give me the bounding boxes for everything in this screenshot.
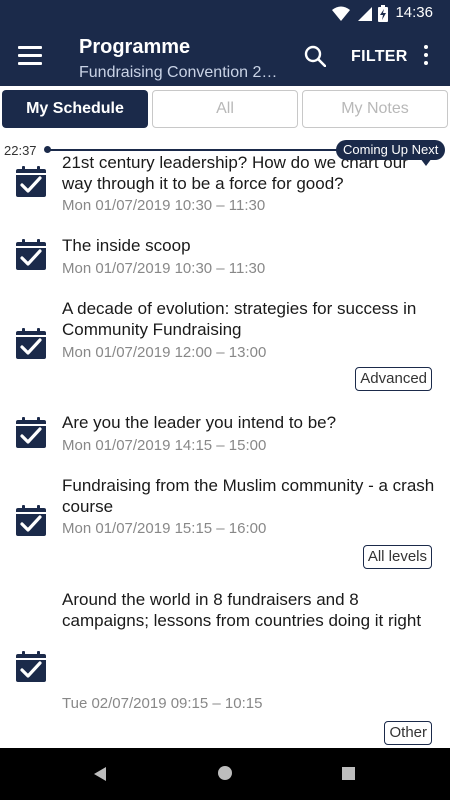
tab-my-schedule[interactable]: My Schedule [2, 90, 148, 128]
calendar-check-icon[interactable] [15, 505, 47, 537]
session-title: A decade of evolution: strategies for su… [62, 299, 417, 339]
calendar-check-icon[interactable] [15, 651, 47, 683]
home-icon[interactable] [218, 766, 232, 780]
current-time-label: 22:37 [4, 143, 37, 158]
level-tag[interactable]: Other [384, 721, 432, 745]
session-time: Mon 01/07/2019 10:30 – 11:30 [62, 197, 266, 214]
session-time: Mon 01/07/2019 14:15 – 15:00 [62, 437, 267, 454]
session-time: Tue 02/07/2019 09:15 – 10:15 [62, 695, 263, 712]
status-bar: 14:36 [0, 0, 450, 26]
menu-icon[interactable] [18, 46, 42, 66]
session-time: Mon 01/07/2019 12:00 – 13:00 [62, 344, 267, 361]
tab-bar: My Schedule All My Notes [0, 86, 450, 134]
app-bar: Programme Fundraising Convention 2019 FI… [0, 26, 450, 86]
recents-icon[interactable] [342, 767, 355, 780]
tab-all[interactable]: All [152, 90, 298, 128]
battery-charging-icon [378, 5, 388, 22]
search-icon[interactable] [304, 45, 326, 67]
calendar-check-icon[interactable] [15, 166, 47, 198]
calendar-check-icon[interactable] [15, 239, 47, 271]
session-time: Mon 01/07/2019 15:15 – 16:00 [62, 520, 267, 537]
tab-my-notes[interactable]: My Notes [302, 90, 448, 128]
session-time: Mon 01/07/2019 10:30 – 11:30 [62, 260, 266, 277]
wifi-icon [332, 6, 350, 21]
session-title: Are you the leader you intend to be? [62, 413, 337, 432]
session-title: Fundraising from the Muslim community - … [62, 476, 435, 516]
coming-up-next-badge: Coming Up Next [336, 140, 446, 160]
level-tag[interactable]: Advanced [355, 367, 432, 391]
page-subtitle: Fundraising Convention 2019 [79, 64, 279, 81]
session-title: Around the world in 8 fundraisers and 8 … [62, 590, 422, 630]
filter-button[interactable]: FILTER [351, 48, 408, 66]
status-icons [332, 5, 388, 22]
level-tag[interactable]: All levels [362, 545, 432, 569]
signal-icon [358, 6, 372, 21]
system-nav-bar [0, 748, 450, 800]
timeline-line [48, 149, 348, 151]
more-vert-icon[interactable] [420, 45, 432, 67]
back-icon[interactable] [94, 767, 106, 781]
calendar-check-icon[interactable] [15, 328, 47, 360]
status-time: 14:36 [395, 4, 433, 21]
calendar-check-icon[interactable] [15, 417, 47, 449]
now-timeline: 22:37 Coming Up Next [0, 140, 450, 166]
badge-pointer [420, 158, 432, 166]
session-title: The inside scoop [62, 236, 191, 255]
page-title: Programme [79, 36, 191, 58]
